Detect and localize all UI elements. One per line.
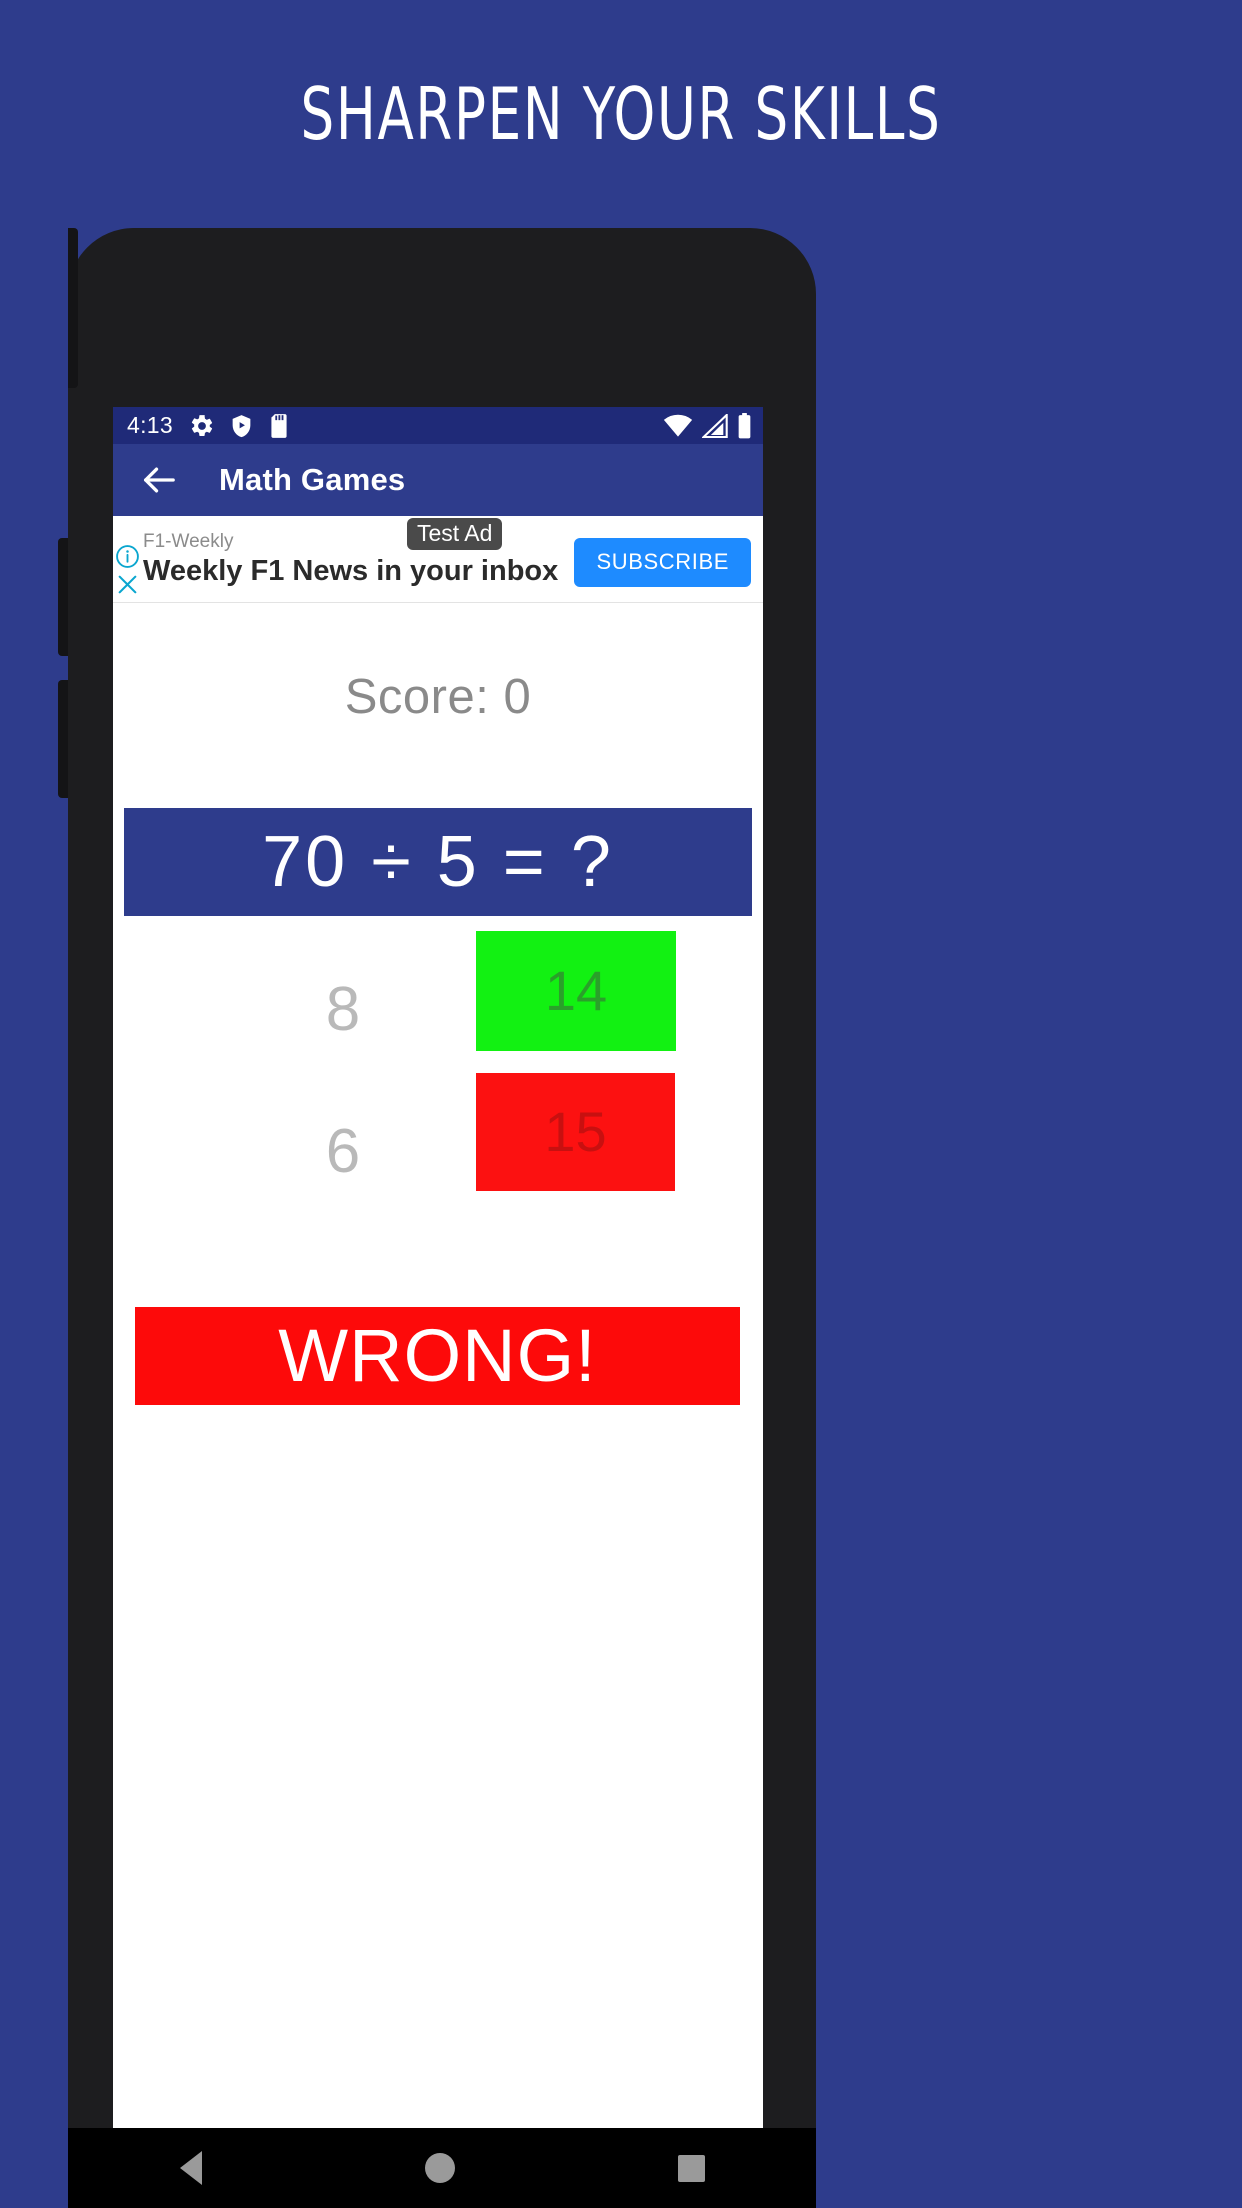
- circle-home-icon[interactable]: [424, 2153, 455, 2183]
- answer-option-15[interactable]: 15: [476, 1073, 675, 1191]
- app-bar: Math Games: [113, 444, 763, 516]
- question-text: 70 ÷ 5 = ?: [262, 822, 614, 902]
- gear-icon: [191, 414, 213, 436]
- phone-screen: 4:13 Math Games F1-Weekly Weekly F1 News…: [113, 407, 763, 2208]
- subscribe-button[interactable]: SUBSCRIBE: [574, 538, 751, 587]
- square-recents-icon[interactable]: [677, 2154, 705, 2182]
- volume-up-button[interactable]: [58, 538, 68, 656]
- ad-banner[interactable]: F1-Weekly Weekly F1 News in your inbox T…: [113, 516, 763, 603]
- answer-option-14[interactable]: 14: [476, 931, 676, 1051]
- ad-headline: Weekly F1 News in your inbox: [143, 555, 559, 587]
- score-label: Score: 0: [344, 670, 532, 724]
- wifi-icon: [663, 414, 693, 437]
- result-text: WRONG!: [278, 1314, 597, 1397]
- info-circle-icon[interactable]: [115, 544, 140, 569]
- power-button[interactable]: [68, 228, 78, 388]
- status-clock: 4:13: [127, 412, 173, 438]
- app-bar-title: Math Games: [219, 462, 406, 497]
- cell-signal-icon: [702, 413, 728, 438]
- android-nav-bar: [68, 2128, 816, 2208]
- status-right-icons: [663, 412, 752, 439]
- triangle-back-icon[interactable]: [179, 2151, 202, 2185]
- shield-play-icon: [232, 414, 251, 437]
- answer-options: 8 14 6 15: [113, 926, 763, 1246]
- answer-option-6[interactable]: 6: [313, 1121, 373, 1183]
- sd-card-icon: [271, 413, 287, 438]
- game-content: Score: 0 70 ÷ 5 = ? 8 14 6 15 WRONG!: [113, 603, 763, 2208]
- status-bar: 4:13: [113, 407, 763, 444]
- close-x-icon[interactable]: [115, 572, 140, 597]
- volume-down-button[interactable]: [58, 680, 68, 798]
- answer-option-8[interactable]: 8: [313, 979, 373, 1041]
- battery-icon: [738, 412, 751, 438]
- ad-badge-column: [115, 544, 139, 597]
- promo-headline: SHARPEN YOUR SKILLS: [300, 72, 942, 156]
- phone-device-frame: 4:13 Math Games F1-Weekly Weekly F1 News…: [58, 228, 816, 2208]
- back-arrow-icon[interactable]: [139, 460, 179, 500]
- status-left-icons: [189, 413, 290, 439]
- question-banner: 70 ÷ 5 = ?: [124, 808, 752, 916]
- test-ad-badge: Test Ad: [407, 518, 503, 551]
- result-banner: WRONG!: [135, 1307, 740, 1405]
